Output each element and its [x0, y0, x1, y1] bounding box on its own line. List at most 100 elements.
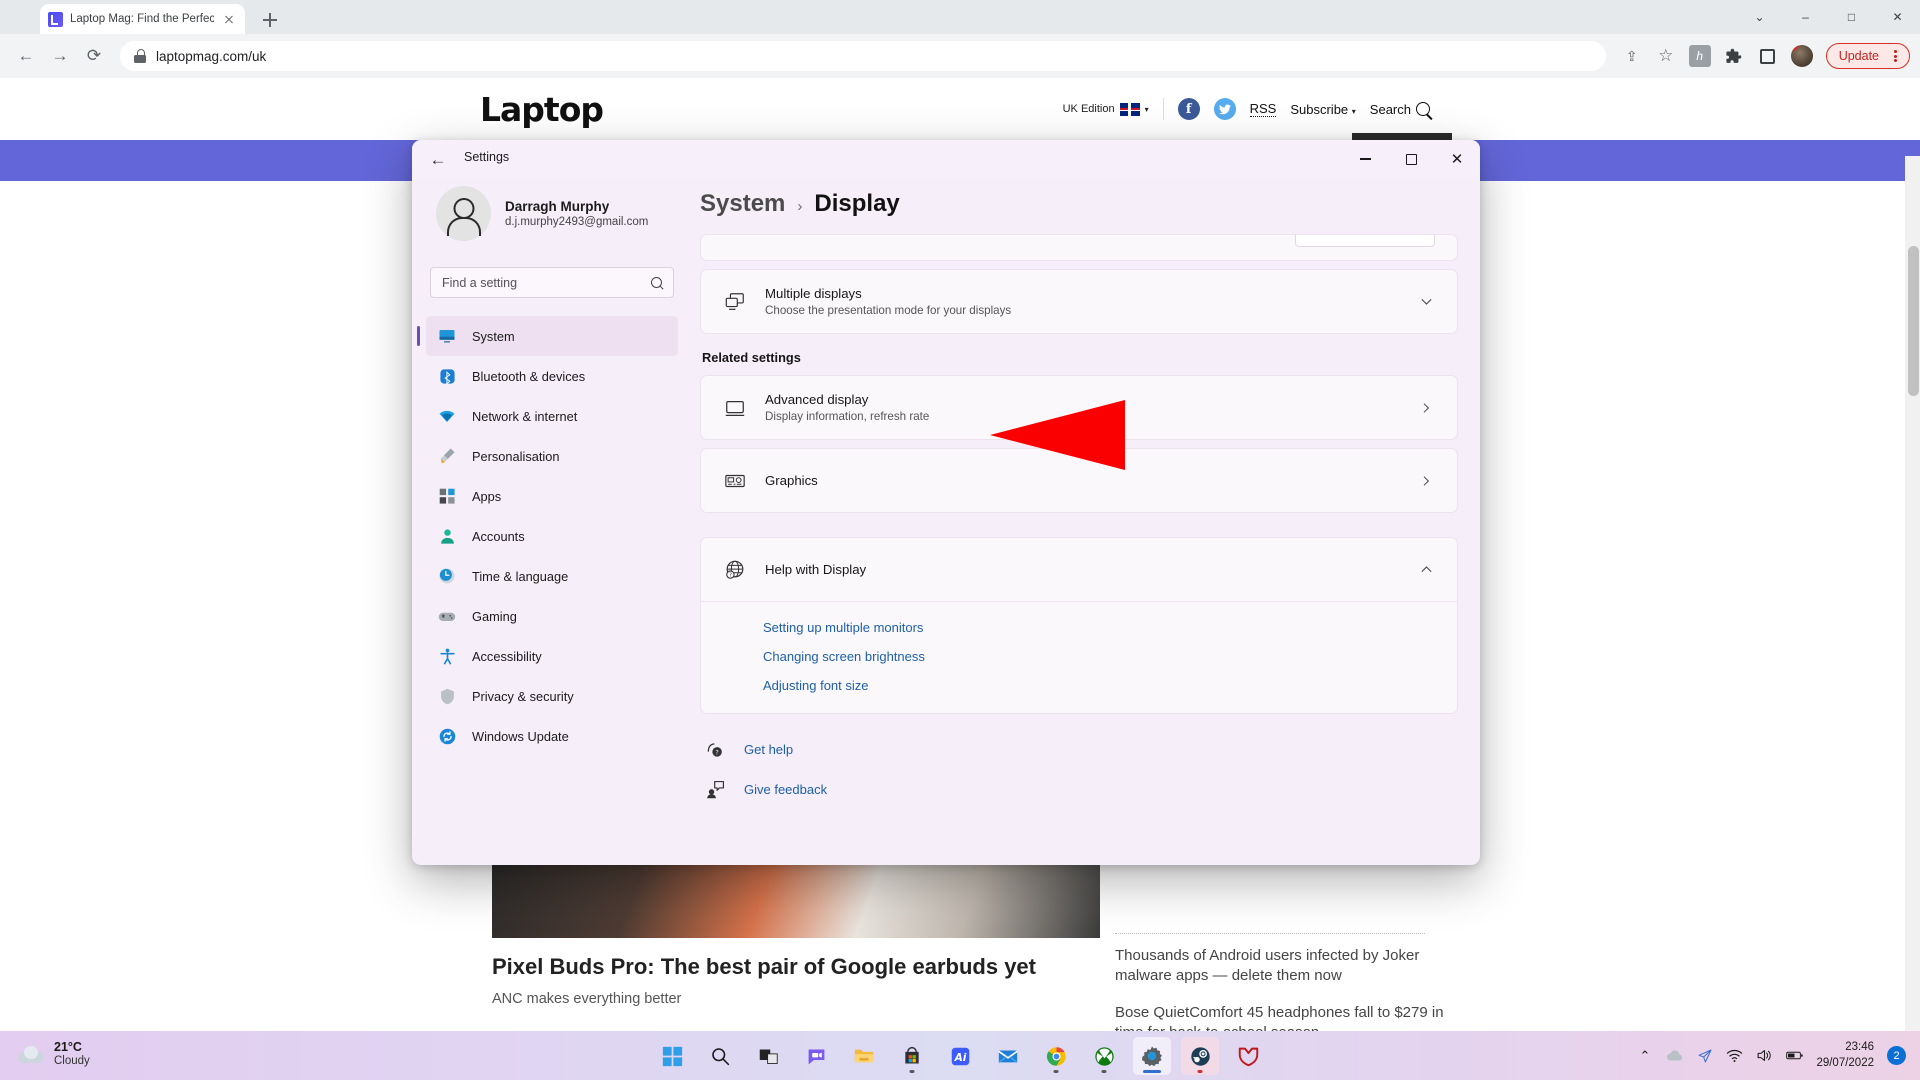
taskbar-clock[interactable]: 23:46 29/07/2022: [1816, 1040, 1874, 1071]
forward-button[interactable]: →: [44, 40, 76, 72]
cloud-icon[interactable]: [1666, 1047, 1683, 1064]
steam-icon: [1190, 1046, 1210, 1066]
breadcrumb-parent[interactable]: System: [700, 190, 785, 218]
taskbar-search-button[interactable]: [701, 1037, 739, 1075]
mcafee-button[interactable]: [1229, 1037, 1267, 1075]
chevron-right-icon[interactable]: [1417, 399, 1435, 417]
settings-search-box[interactable]: [430, 267, 674, 298]
chat-button[interactable]: [797, 1037, 835, 1075]
start-button[interactable]: [653, 1037, 691, 1075]
help-link[interactable]: Setting up multiple monitors: [763, 620, 1457, 635]
puzzle-icon[interactable]: [1718, 40, 1750, 72]
weather-widget[interactable]: 21°C Cloudy: [18, 1040, 90, 1067]
chevron-down-icon[interactable]: [1417, 293, 1435, 311]
settings-button[interactable]: [1133, 1037, 1171, 1075]
running-indicator: [909, 1070, 915, 1073]
google-chrome-button[interactable]: [1037, 1037, 1075, 1075]
chevron-down-icon: ⌄: [1754, 10, 1765, 24]
sidebar-item-personalisation[interactable]: Personalisation: [426, 436, 678, 476]
dropdown-ghost: [1295, 235, 1435, 247]
help-link[interactable]: Changing screen brightness: [763, 649, 1457, 664]
get-help-link[interactable]: ? Get help: [700, 738, 1458, 760]
bookmark-star-icon[interactable]: ☆: [1650, 40, 1682, 72]
multiple-displays-card[interactable]: Multiple displays Choose the presentatio…: [700, 269, 1458, 334]
back-button[interactable]: ←: [10, 40, 42, 72]
chevron-right-icon[interactable]: [1417, 472, 1435, 490]
avatar[interactable]: [1786, 40, 1818, 72]
chrome-maximize-button[interactable]: □: [1829, 0, 1874, 34]
subscribe-link[interactable]: Subscribe ▾: [1290, 102, 1355, 117]
mail-button[interactable]: [989, 1037, 1027, 1075]
settings-back-button[interactable]: ←: [426, 148, 450, 172]
settings-close-button[interactable]: ✕: [1434, 140, 1480, 178]
chrome-close-button[interactable]: ✕: [1875, 0, 1920, 34]
address-bar[interactable]: laptopmag.com/uk: [120, 41, 1606, 71]
update-button[interactable]: Update: [1825, 43, 1910, 69]
help-with-display-header[interactable]: ? Help with Display: [701, 538, 1457, 601]
sidebar-item-accounts[interactable]: Accounts: [426, 516, 678, 556]
graphics-card-icon: [723, 469, 747, 493]
new-tab-button[interactable]: [258, 8, 282, 32]
battery-icon[interactable]: [1786, 1047, 1804, 1064]
monitor-icon: [723, 396, 747, 420]
microsoft-store-button[interactable]: [893, 1037, 931, 1075]
send-icon[interactable]: [1696, 1047, 1713, 1064]
task-view-button[interactable]: [749, 1037, 787, 1075]
sidebar-item-privacy-security[interactable]: Privacy & security: [426, 676, 678, 716]
sidebar-item-windows-update[interactable]: Windows Update: [426, 716, 678, 756]
row-title: Multiple displays: [765, 286, 862, 301]
chrome-tab-search-button[interactable]: ⌄: [1737, 0, 1782, 34]
active-indicator: [1143, 1070, 1161, 1073]
store-icon: [905, 1046, 919, 1064]
steam-button[interactable]: [1181, 1037, 1219, 1075]
side-panel-icon[interactable]: [1752, 40, 1784, 72]
chevron-up-icon[interactable]: [1417, 561, 1435, 579]
svg-text:?: ?: [729, 572, 732, 578]
rss-link[interactable]: RSS: [1249, 101, 1277, 117]
settings-maximize-button[interactable]: [1388, 140, 1434, 178]
settings-minimize-button[interactable]: [1342, 140, 1388, 178]
list-item[interactable]: Thousands of Android users infected by J…: [1115, 946, 1445, 987]
facebook-icon[interactable]: f: [1177, 98, 1200, 120]
xbox-button[interactable]: [1085, 1037, 1123, 1075]
help-link-list: Setting up multiple monitors Changing sc…: [701, 601, 1457, 713]
extension-h-icon[interactable]: h: [1684, 40, 1716, 72]
site-search-button[interactable]: Search: [1370, 102, 1430, 117]
share-icon[interactable]: ⇪: [1616, 40, 1648, 72]
reload-button[interactable]: ⟳: [78, 40, 110, 72]
twitter-icon[interactable]: [1213, 98, 1236, 120]
page-scrollbar[interactable]: [1905, 156, 1920, 1050]
tab-close-icon[interactable]: [221, 11, 237, 27]
settings-main-pane: System › Display Multiple displays Choos…: [692, 178, 1480, 865]
minimize-icon: –: [1802, 10, 1809, 24]
kebab-menu-icon[interactable]: [1887, 48, 1903, 64]
settings-titlebar: ← Settings ✕: [412, 140, 1480, 178]
multiple-displays-row[interactable]: Multiple displays Choose the presentatio…: [701, 270, 1457, 333]
scrollbar-thumb[interactable]: [1908, 246, 1919, 396]
illustrator-icon: Ai: [951, 1047, 969, 1065]
sidebar-item-gaming[interactable]: Gaming: [426, 596, 678, 636]
hero-title[interactable]: Pixel Buds Pro: The best pair of Google …: [492, 954, 1100, 981]
help-link[interactable]: Adjusting font size: [763, 678, 1457, 693]
file-explorer-button[interactable]: [845, 1037, 883, 1075]
sidebar-item-apps[interactable]: Apps: [426, 476, 678, 516]
user-profile[interactable]: Darragh Murphy d.j.murphy2493@gmail.com: [426, 178, 678, 241]
browser-tab[interactable]: Laptop Mag: Find the Perfect Lap: [40, 4, 245, 34]
wifi-icon[interactable]: [1726, 1047, 1743, 1064]
search-input[interactable]: [442, 275, 651, 290]
tray-chevron-up-icon[interactable]: ⌃: [1636, 1047, 1653, 1064]
chevron-down-icon: ▾: [1351, 106, 1356, 116]
speaker-icon[interactable]: [1756, 1047, 1773, 1064]
sidebar-item-system[interactable]: System: [417, 316, 678, 356]
chrome-minimize-button[interactable]: –: [1783, 0, 1828, 34]
edition-selector[interactable]: UK Edition ▾: [1063, 102, 1149, 116]
site-logo[interactable]: Laptop: [480, 90, 604, 129]
sidebar-item-network-internet[interactable]: Network & internet: [426, 396, 678, 436]
give-feedback-link[interactable]: Give feedback: [700, 778, 1458, 800]
sidebar-item-bluetooth-devices[interactable]: Bluetooth & devices: [426, 356, 678, 396]
sidebar-item-label: Accessibility: [472, 648, 542, 664]
sidebar-item-time-language[interactable]: Time & language: [426, 556, 678, 596]
sidebar-item-accessibility[interactable]: Accessibility: [426, 636, 678, 676]
notification-badge[interactable]: 2: [1887, 1046, 1906, 1066]
adobe-illustrator-button[interactable]: Ai: [941, 1037, 979, 1075]
